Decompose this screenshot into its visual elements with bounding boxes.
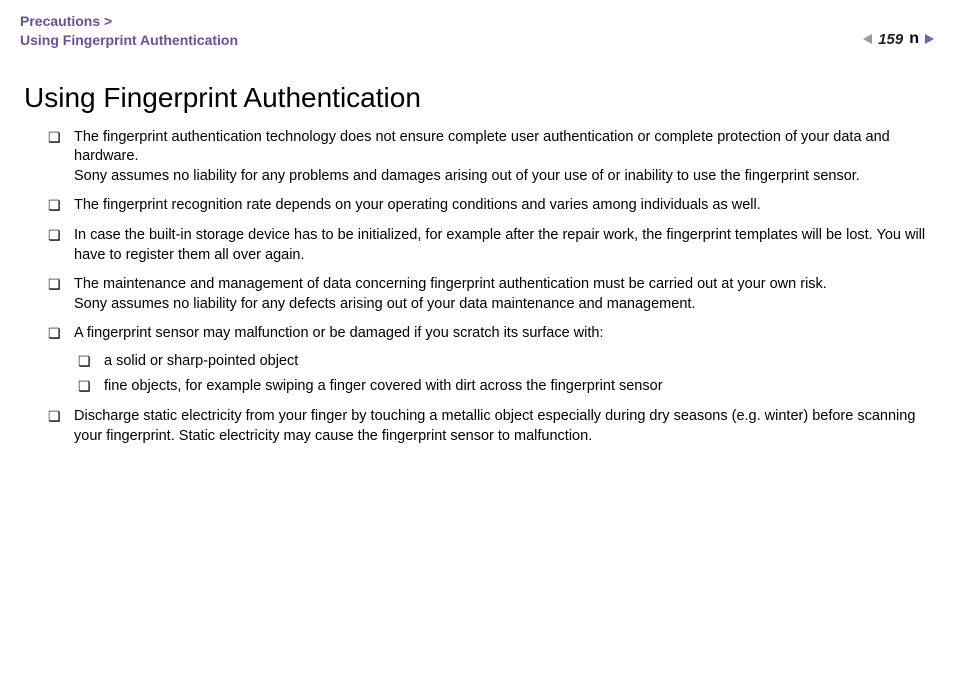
breadcrumb: Precautions > Using Fingerprint Authenti… [20, 12, 238, 50]
list-item: Discharge static electricity from your f… [48, 407, 934, 446]
list-item: The fingerprint authentication technolog… [48, 128, 934, 187]
breadcrumb-parent: Precautions > [20, 12, 238, 31]
list-text: In case the built-in storage device has … [74, 227, 925, 263]
sub-item: a solid or sharp-pointed object [78, 352, 934, 372]
list-item: In case the built-in storage device has … [48, 226, 934, 265]
list-text: The maintenance and management of data c… [74, 276, 827, 312]
list-text: The fingerprint authentication technolog… [74, 129, 890, 184]
next-page-icon[interactable] [925, 34, 934, 44]
sub-item: fine objects, for example swiping a fing… [78, 377, 934, 397]
list-text: The fingerprint recognition rate depends… [74, 197, 761, 213]
page-header: Precautions > Using Fingerprint Authenti… [20, 12, 934, 50]
list-item: A fingerprint sensor may malfunction or … [48, 324, 934, 397]
prev-page-icon[interactable] [863, 34, 872, 44]
breadcrumb-current: Using Fingerprint Authentication [20, 31, 238, 50]
page-nav: 159 n [863, 30, 934, 48]
page-title: Using Fingerprint Authentication [24, 82, 934, 114]
list-text: A fingerprint sensor may malfunction or … [74, 325, 604, 341]
list-item: The maintenance and management of data c… [48, 275, 934, 314]
sub-list: a solid or sharp-pointed object fine obj… [78, 352, 934, 397]
list-text: Discharge static electricity from your f… [74, 408, 915, 444]
bullet-list: The fingerprint authentication technolog… [48, 128, 934, 446]
page-number: 159 [878, 31, 903, 48]
n-marker: n [909, 30, 919, 48]
list-item: The fingerprint recognition rate depends… [48, 196, 934, 216]
